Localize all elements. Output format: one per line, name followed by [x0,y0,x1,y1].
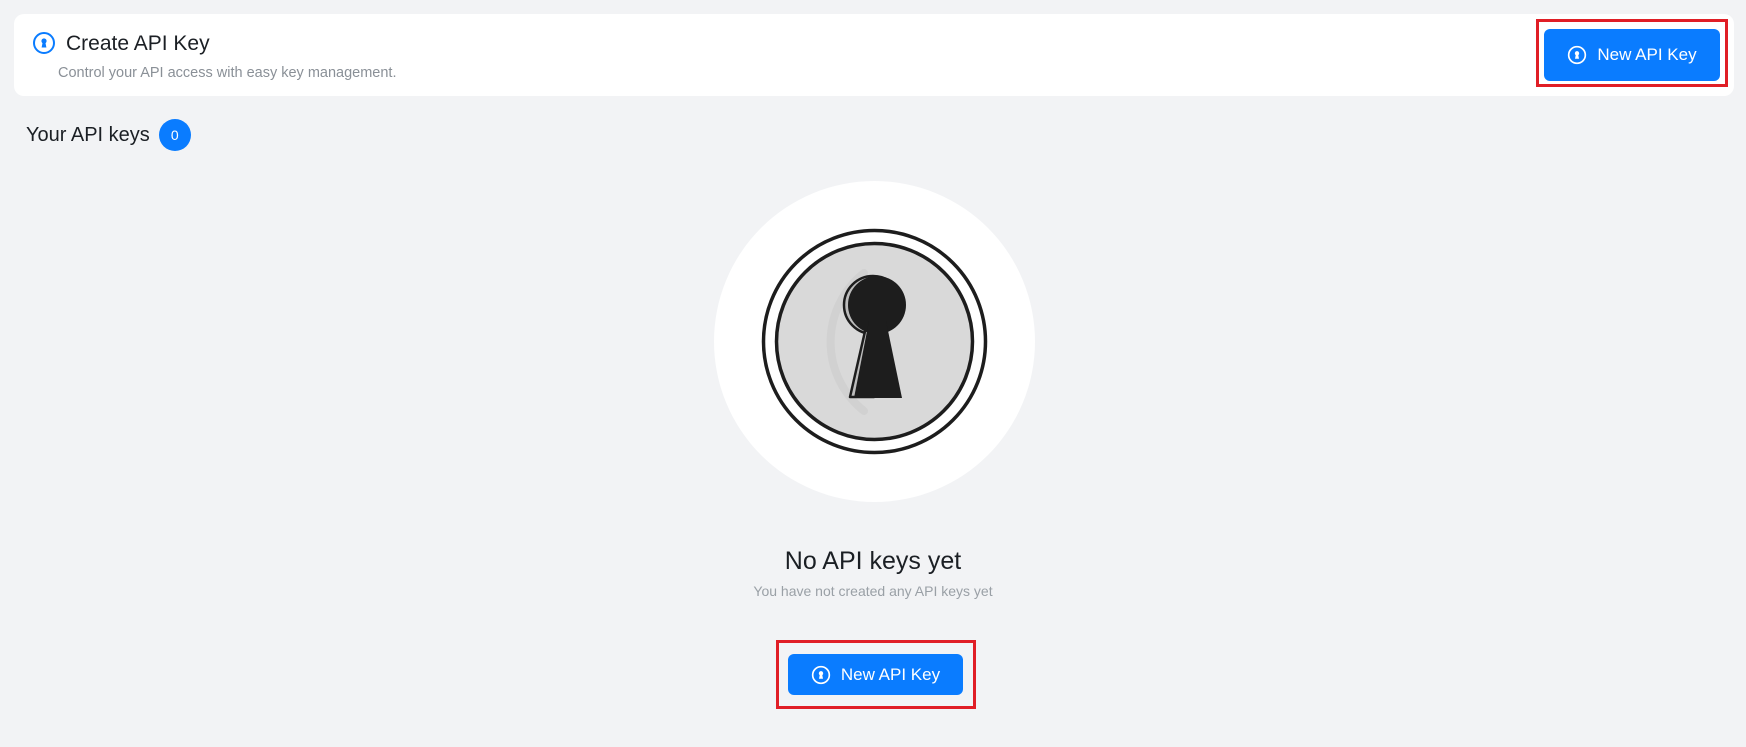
page-subtitle: Control your API access with easy key ma… [58,65,397,81]
empty-state-subtitle: You have not created any API keys yet [753,583,993,599]
keys-section-heading: Your API keys 0 [26,119,191,151]
page-title: Create API Key [66,32,210,55]
new-api-key-button-label: New API Key [1597,45,1697,64]
empty-state-title: No API keys yet [784,547,962,575]
key-badge-icon [811,665,831,684]
header-card: Create API Key Control your API access w… [14,14,1734,96]
key-badge-icon [1568,45,1587,65]
keys-section-title: Your API keys [26,124,150,146]
new-api-key-button-header[interactable]: New API Key [1544,29,1720,81]
key-badge-icon [33,32,55,54]
keys-count-badge: 0 [158,119,191,151]
new-api-key-button-label: New API Key [840,664,941,684]
keyhole-icon [714,181,1035,502]
new-api-key-button-empty-state[interactable]: New API Key [788,654,963,695]
